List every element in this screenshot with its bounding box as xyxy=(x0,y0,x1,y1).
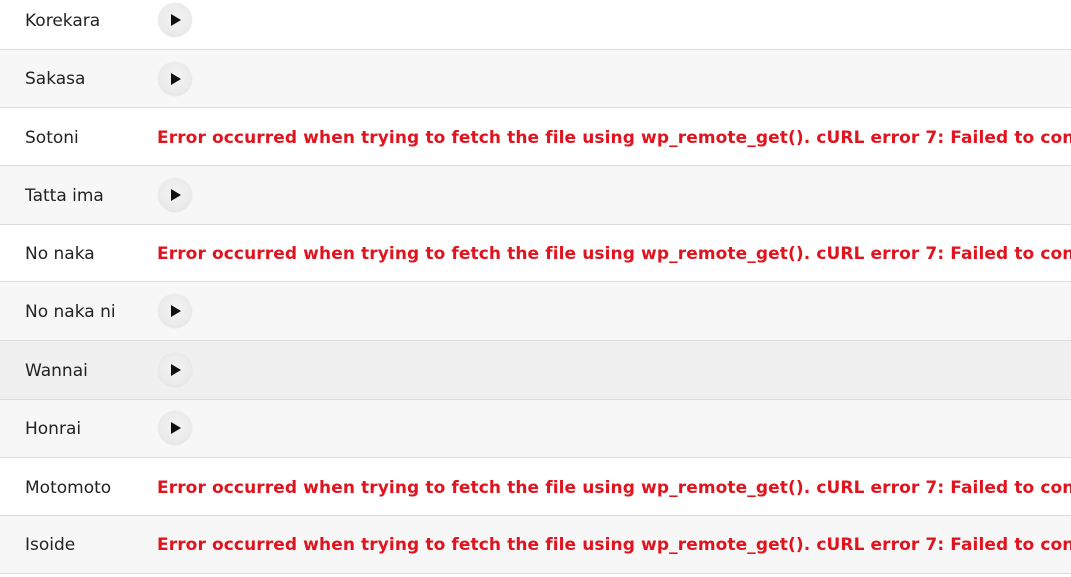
play-button[interactable] xyxy=(158,411,192,445)
error-message: Error occurred when trying to fetch the … xyxy=(157,244,1071,264)
play-icon xyxy=(171,364,181,376)
word-label: Tatta ima xyxy=(25,186,104,206)
play-button[interactable] xyxy=(158,178,192,212)
word-label: Sakasa xyxy=(25,69,86,89)
table-row: No naka Error occurred when trying to fe… xyxy=(0,225,1071,282)
table-row: Sakasa xyxy=(0,50,1071,108)
audio-cell: Error occurred when trying to fetch the … xyxy=(157,516,1071,573)
table-row: Korekara xyxy=(0,0,1071,50)
table-row: Honrai xyxy=(0,400,1071,458)
word-label: Wannai xyxy=(25,361,88,381)
play-icon xyxy=(171,305,181,317)
audio-cell: Error occurred when trying to fetch the … xyxy=(157,108,1071,165)
audio-cell xyxy=(157,50,1071,107)
table-row: Tatta ima xyxy=(0,166,1071,225)
table-row: Motomoto Error occurred when trying to f… xyxy=(0,458,1071,516)
audio-cell xyxy=(157,166,1071,224)
play-button[interactable] xyxy=(158,3,192,37)
table-row: Sotoni Error occurred when trying to fet… xyxy=(0,108,1071,166)
play-icon xyxy=(171,422,181,434)
play-icon xyxy=(171,73,181,85)
audio-cell: Error occurred when trying to fetch the … xyxy=(157,225,1071,281)
play-icon xyxy=(171,14,181,26)
play-button[interactable] xyxy=(158,294,192,328)
table-row: No naka ni xyxy=(0,282,1071,341)
play-button[interactable] xyxy=(158,62,192,96)
word-label: Isoide xyxy=(25,535,76,555)
word-label: No naka ni xyxy=(25,302,116,322)
word-label: No naka xyxy=(25,244,95,264)
error-message: Error occurred when trying to fetch the … xyxy=(157,128,1071,148)
word-label: Korekara xyxy=(25,11,101,31)
audio-cell xyxy=(157,341,1071,399)
error-message: Error occurred when trying to fetch the … xyxy=(157,478,1071,498)
word-label: Honrai xyxy=(25,419,82,439)
error-message: Error occurred when trying to fetch the … xyxy=(157,535,1071,555)
word-label: Motomoto xyxy=(25,478,112,498)
table-row: Wannai xyxy=(0,341,1071,400)
play-icon xyxy=(171,189,181,201)
word-label: Sotoni xyxy=(25,128,79,148)
audio-cell xyxy=(157,0,1071,49)
audio-cell: Error occurred when trying to fetch the … xyxy=(157,458,1071,515)
audio-cell xyxy=(157,400,1071,457)
vocabulary-table: Korekara Sakasa Sotoni Error occurred wh… xyxy=(0,0,1071,577)
table-row: Isoide Error occurred when trying to fet… xyxy=(0,516,1071,574)
play-button[interactable] xyxy=(158,353,192,387)
audio-cell xyxy=(157,282,1071,340)
